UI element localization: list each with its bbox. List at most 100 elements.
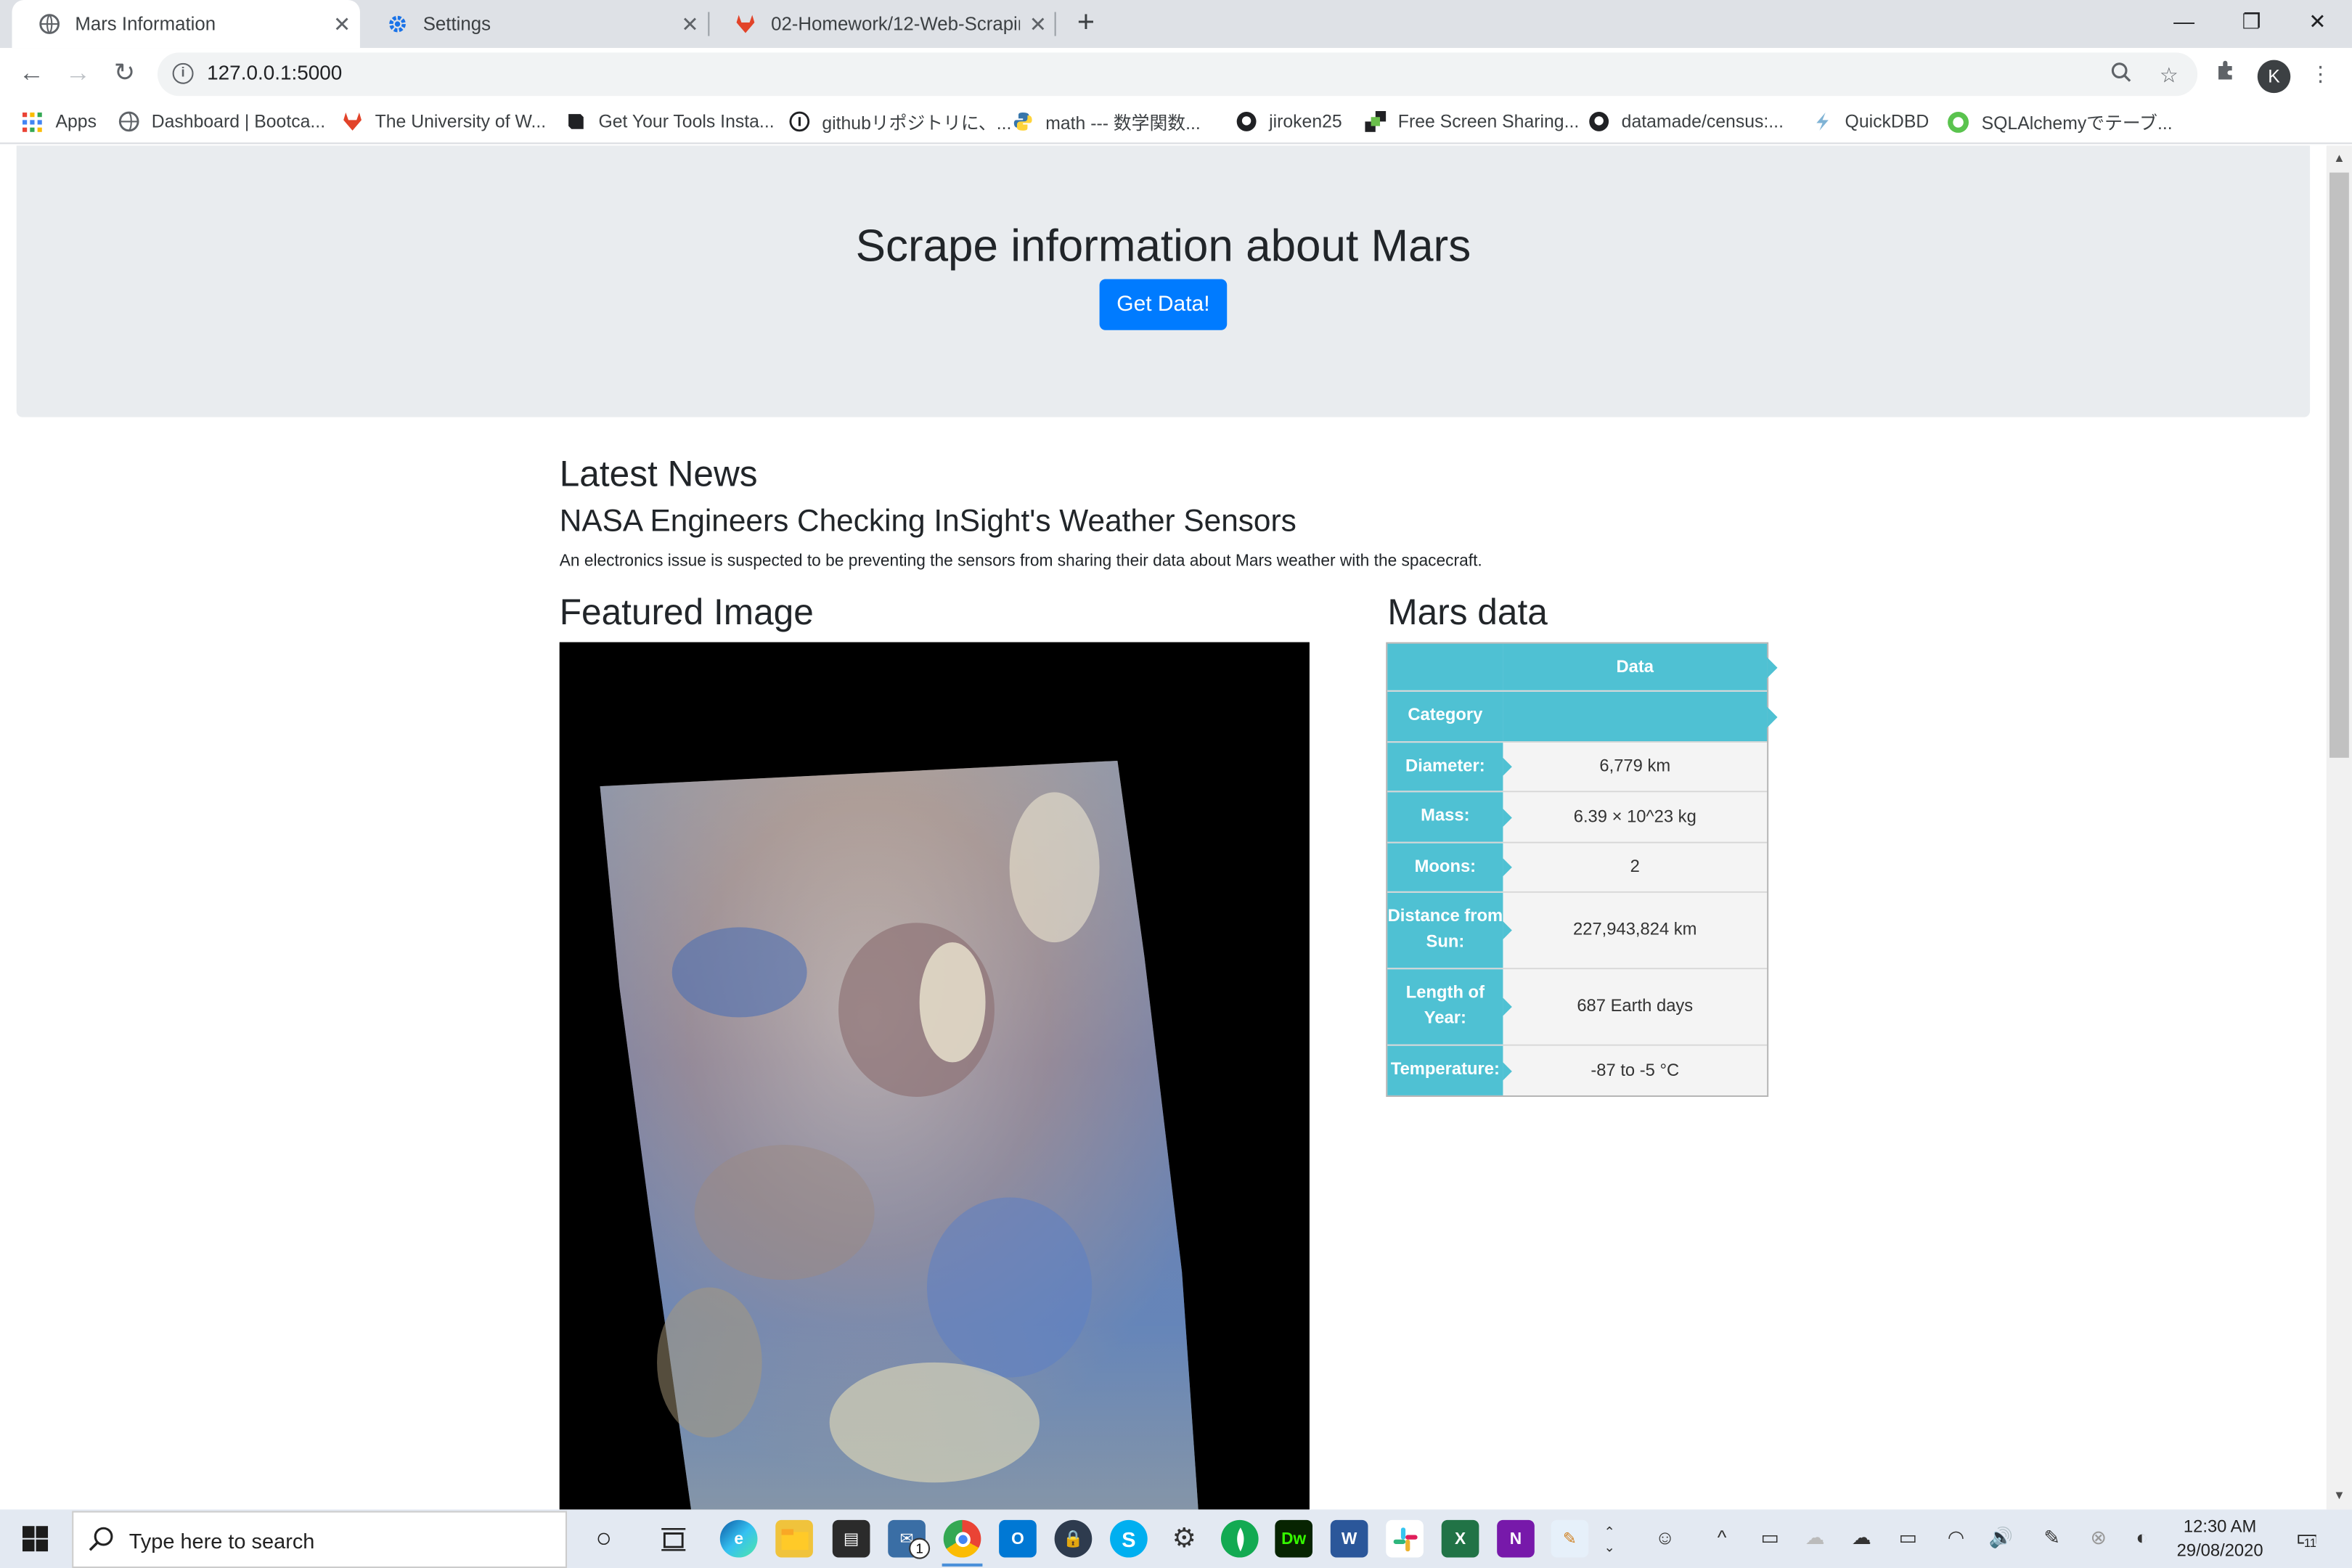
windows-start-icon[interactable] — [0, 1509, 70, 1568]
blocked-icon[interactable]: ⊗ — [2083, 1523, 2113, 1553]
scroll-up-icon[interactable]: ▲ — [2327, 149, 2352, 170]
volume-icon[interactable]: 🔊 — [1986, 1523, 2016, 1553]
apps-grid-icon — [21, 110, 44, 133]
bookmark-label: Free Screen Sharing... — [1397, 110, 1580, 132]
row-value: -87 to -5 °C — [1503, 1045, 1768, 1095]
tab-separator — [1054, 12, 1056, 36]
reload-icon[interactable]: ↻ — [105, 54, 144, 93]
category-label: Category — [1387, 691, 1512, 742]
zoom-icon[interactable] — [2104, 59, 2137, 91]
taskbar-scroll-icon[interactable]: ⌃ ⌄ — [1599, 1520, 1620, 1558]
close-tab-icon[interactable]: ✕ — [1020, 12, 1056, 37]
bookmark-quickdbd[interactable]: QuickDBD — [1810, 108, 1929, 135]
skype-icon[interactable]: S — [1110, 1519, 1148, 1558]
bookmark-label: jiroken25 — [1269, 110, 1342, 132]
globe-icon — [39, 14, 60, 35]
bookmark-label: Get Your Tools Insta... — [598, 110, 775, 132]
taskbar-clock[interactable]: 12:30 AM 29/08/2020 — [2168, 1516, 2273, 1564]
outlook-icon[interactable]: O — [999, 1519, 1037, 1558]
vertical-scrollbar[interactable]: ▲ ▼ — [2326, 145, 2352, 1510]
table-row: Distance from Sun: 227,943,824 km — [1387, 892, 1768, 970]
wifi-icon[interactable]: ◠ — [1941, 1523, 1971, 1553]
cortana-icon[interactable]: ○ — [585, 1520, 623, 1558]
search-icon — [89, 1526, 118, 1556]
bookmark-label: The University of W... — [375, 110, 547, 132]
bookmark-datamade[interactable]: datamade/census:... — [1587, 108, 1784, 135]
close-tab-icon[interactable]: ✕ — [672, 12, 709, 37]
close-window-button[interactable]: ✕ — [2283, 0, 2352, 45]
bookmark-university[interactable]: The University of W... — [340, 108, 546, 135]
forward-arrow-icon[interactable]: → — [59, 54, 98, 93]
url-text[interactable]: 127.0.0.1:5000 — [207, 62, 342, 84]
night-light-icon[interactable]: ◐ — [2127, 1523, 2157, 1553]
chrome-icon[interactable] — [943, 1519, 981, 1558]
slack-icon[interactable] — [1386, 1519, 1424, 1558]
row-label: Distance from Sun: — [1387, 892, 1512, 968]
table-header-row: Data — [1387, 643, 1778, 692]
python-icon — [1011, 110, 1034, 133]
tab-settings[interactable]: Settings ✕ — [360, 0, 708, 48]
file-explorer-icon[interactable] — [775, 1519, 813, 1558]
tab-title: Mars Information — [75, 13, 216, 35]
search-placeholder: Type here to search — [128, 1529, 315, 1553]
menu-kebab-icon[interactable]: ⋮ — [2303, 55, 2339, 91]
category-value — [1503, 691, 1768, 742]
table-row: Moons: 2 — [1387, 843, 1768, 893]
taskbar-search[interactable]: Type here to search — [72, 1511, 568, 1568]
book-icon — [564, 110, 587, 133]
mars-data-table: Data Category Diameter: 6,779 km Mass: 6… — [1386, 642, 1778, 1097]
bookmark-github-repo[interactable]: githubリポジトリに、... — [788, 108, 1011, 135]
dreamweaver-icon[interactable]: Dw — [1275, 1519, 1313, 1558]
bookmark-get-tools[interactable]: Get Your Tools Insta... — [564, 108, 775, 135]
notification-count: 11 — [2303, 1536, 2317, 1551]
row-value: 2 — [1503, 843, 1768, 891]
get-data-button[interactable]: Get Data! — [1099, 279, 1228, 330]
tab-homework[interactable]: 02-Homework/12-Web-Scraping ✕ — [708, 0, 1055, 48]
mongodb-icon[interactable] — [1220, 1519, 1259, 1558]
edge-icon[interactable]: e — [719, 1519, 758, 1558]
people-icon[interactable]: ☺ — [1650, 1523, 1680, 1553]
tab-mars-information[interactable]: Mars Information ✕ — [12, 0, 360, 49]
onenote-icon[interactable]: N — [1497, 1519, 1535, 1558]
minimize-button[interactable]: — — [2149, 0, 2218, 45]
latest-news-heading: Latest News — [559, 454, 758, 496]
scrollbar-thumb[interactable] — [2329, 172, 2349, 758]
scroll-down-icon[interactable]: ▼ — [2327, 1485, 2352, 1506]
battery-icon[interactable]: ▭ — [1893, 1523, 1923, 1553]
bookmark-label: Dashboard | Bootca... — [151, 110, 326, 132]
sqlalchemy-icon — [1947, 110, 1969, 133]
row-label: Mass: — [1387, 792, 1512, 842]
onedrive-icon[interactable]: ☁ — [1847, 1523, 1877, 1553]
new-tab-button[interactable]: + — [1068, 6, 1104, 42]
bookmark-dashboard[interactable]: Dashboard | Bootca... — [117, 108, 325, 135]
word-icon[interactable]: W — [1330, 1519, 1368, 1558]
show-hidden-icons-chevron[interactable]: ^ — [1707, 1523, 1736, 1553]
cloud-icon[interactable]: ☁ — [1800, 1523, 1830, 1553]
row-label: Moons: — [1387, 843, 1512, 891]
display-icon[interactable]: ▭ — [1755, 1523, 1785, 1553]
excel-icon[interactable]: X — [1441, 1519, 1479, 1558]
back-arrow-icon[interactable]: ← — [12, 54, 52, 93]
bookmark-screen-sharing[interactable]: Free Screen Sharing... — [1363, 108, 1579, 135]
page-viewport: Scrape information about Mars Get Data! … — [0, 145, 2327, 1510]
action-center-icon[interactable]: ▭ 11 — [2290, 1523, 2323, 1556]
bookmark-label: datamade/census:... — [1621, 110, 1784, 132]
address-bar[interactable]: i 127.0.0.1:5000 ☆ — [157, 52, 2198, 97]
restore-button[interactable]: ❐ — [2217, 0, 2286, 45]
site-info-icon[interactable]: i — [172, 62, 194, 84]
bookmark-apps[interactable]: Apps — [21, 108, 97, 135]
close-tab-icon[interactable]: ✕ — [324, 12, 360, 37]
bookmark-math[interactable]: math --- 数学関数... — [1011, 108, 1201, 135]
profile-avatar[interactable]: K — [2257, 60, 2291, 94]
task-view-icon[interactable] — [654, 1520, 692, 1558]
bookmark-jiroken25[interactable]: jiroken25 — [1235, 108, 1342, 135]
vpn-lock-icon[interactable]: 🔒 — [1054, 1519, 1093, 1558]
paint-icon[interactable]: ✎ — [1551, 1519, 1589, 1558]
bookmark-sqlalchemy[interactable]: SQLAlchemyでテーブ... — [1947, 108, 2173, 135]
pen-icon[interactable]: ✎ — [2037, 1523, 2067, 1553]
store-icon[interactable]: ▤ — [832, 1519, 870, 1558]
bookmark-star-icon[interactable]: ☆ — [2152, 59, 2185, 91]
table-row: Length of Year: 687 Earth days — [1387, 969, 1768, 1046]
settings-gear-icon[interactable]: ⚙ — [1166, 1520, 1204, 1558]
extensions-puzzle-icon[interactable] — [2208, 55, 2245, 91]
